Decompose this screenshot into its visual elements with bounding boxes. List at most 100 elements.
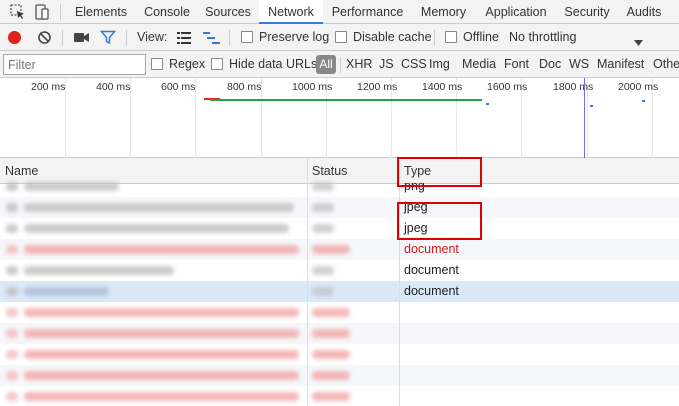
timeline-tick-label: 1800 ms: [553, 81, 594, 93]
timeline-request-bar: [590, 105, 593, 107]
table-row[interactable]: document: [0, 281, 679, 302]
resource-icon: [6, 308, 18, 317]
resource-icon: [6, 371, 18, 380]
filter-icon[interactable]: [99, 30, 117, 48]
disable-cache-checkbox[interactable]: [335, 31, 347, 43]
timeline-request-bar: [642, 100, 645, 102]
toolbar-separator: [62, 30, 63, 46]
timeline-tick-label: 2000 ms: [618, 81, 659, 93]
request-name-redacted: [24, 245, 299, 254]
filter-separator: [340, 57, 341, 73]
preserve-log-label: Preserve log: [259, 30, 330, 44]
table-row[interactable]: [0, 323, 679, 344]
request-name-redacted: [24, 371, 299, 380]
tab-security[interactable]: Security: [557, 0, 617, 24]
timeline-tick-label: 1000 ms: [292, 81, 333, 93]
filter-type-img[interactable]: Img: [429, 51, 450, 78]
tab-audits[interactable]: Audits: [619, 0, 669, 24]
filter-type-font[interactable]: Font: [504, 51, 529, 78]
filter-all-button[interactable]: All: [316, 55, 336, 74]
request-name-redacted: [24, 224, 289, 233]
load-event-marker: [584, 78, 585, 158]
large-rows-icon[interactable]: [177, 32, 191, 47]
request-status-redacted: [312, 392, 350, 401]
timeline-request-bar: [486, 103, 489, 105]
dropdown-arrow-icon[interactable]: [634, 35, 643, 49]
tab-sources[interactable]: Sources: [199, 0, 257, 24]
request-name-redacted: [24, 308, 299, 317]
filter-bar: Regex Hide data URLs All XHR JS CSSImg Medi…: [0, 51, 679, 78]
table-row[interactable]: [0, 344, 679, 365]
filter-type-manifest[interactable]: Manifest: [597, 51, 644, 78]
toolbar-separator: [126, 30, 127, 46]
request-status-redacted: [312, 329, 350, 338]
request-status-redacted: [312, 308, 350, 317]
request-status-redacted: [312, 182, 334, 191]
disable-cache-label: Disable cache: [353, 30, 432, 44]
timeline-tick-label: 200 ms: [31, 81, 66, 93]
timeline-tick-label: 1200 ms: [357, 81, 398, 93]
resource-icon: [6, 329, 18, 338]
request-type: document: [404, 263, 459, 277]
record-button[interactable]: [8, 31, 21, 44]
throttling-select[interactable]: No throttling: [509, 24, 576, 51]
filter-type-xhr[interactable]: XHR: [346, 51, 372, 78]
table-row[interactable]: document: [0, 260, 679, 281]
regex-checkbox[interactable]: [151, 58, 163, 70]
request-name-redacted: [24, 392, 299, 401]
tab-console[interactable]: Console: [137, 0, 197, 24]
capture-screenshots-icon[interactable]: [73, 31, 90, 47]
filter-type-media[interactable]: Media: [462, 51, 496, 78]
request-status-redacted: [312, 371, 350, 380]
filter-type-othe[interactable]: Othe: [653, 51, 679, 78]
tab-elements[interactable]: Elements: [68, 0, 134, 24]
filter-type-css[interactable]: CSS: [401, 51, 427, 78]
column-divider: [399, 158, 400, 406]
filter-type-doc[interactable]: Doc: [539, 51, 561, 78]
device-toolbar-icon[interactable]: [32, 2, 52, 22]
request-status-redacted: [312, 350, 350, 359]
table-row[interactable]: png: [0, 176, 679, 197]
resource-icon: [6, 287, 18, 296]
offline-checkbox[interactable]: [445, 31, 457, 43]
annotation-box-jpeg-rows: [397, 202, 482, 240]
filter-type-ws[interactable]: WS: [569, 51, 589, 78]
tab-performance[interactable]: Performance: [325, 0, 410, 24]
waterfall-overview-icon[interactable]: [203, 32, 220, 47]
table-row[interactable]: document: [0, 239, 679, 260]
request-status-redacted: [312, 203, 334, 212]
regex-label: Regex: [169, 57, 206, 71]
request-status-redacted: [312, 287, 334, 296]
table-row[interactable]: jpeg: [0, 197, 679, 218]
preserve-log-checkbox[interactable]: [241, 31, 253, 43]
resource-icon: [6, 203, 18, 212]
resource-icon: [6, 392, 18, 401]
request-name-redacted: [24, 329, 299, 338]
network-toolbar: View: Preserve log Disable cache Offline…: [0, 24, 679, 51]
tab-network[interactable]: Network: [259, 0, 323, 24]
table-row[interactable]: [0, 386, 679, 406]
toolbar-separator: [229, 30, 230, 46]
tab-memory[interactable]: Memory: [412, 0, 475, 24]
view-label: View:: [137, 30, 168, 44]
timeline-tick-label: 1400 ms: [422, 81, 463, 93]
clear-icon[interactable]: [37, 30, 52, 48]
resource-icon: [6, 245, 18, 254]
request-type: document: [404, 284, 459, 298]
request-status-redacted: [312, 245, 350, 254]
timeline-request-bar: [210, 99, 482, 101]
filter-type-js[interactable]: JS: [379, 51, 394, 78]
resource-icon: [6, 224, 18, 233]
filter-input[interactable]: [3, 54, 146, 75]
table-row[interactable]: [0, 302, 679, 323]
timeline-overview[interactable]: 200 ms 400 ms 600 ms 800 ms 1000 ms 1200 ms 14…: [0, 78, 679, 158]
timeline-tick-label: 800 ms: [227, 81, 262, 93]
table-row[interactable]: jpeg: [0, 218, 679, 239]
inspect-element-icon[interactable]: [8, 2, 28, 22]
tab-application[interactable]: Application: [477, 0, 555, 24]
request-status-redacted: [312, 266, 334, 275]
request-name-redacted: [24, 350, 299, 359]
hide-data-urls-checkbox[interactable]: [211, 58, 223, 70]
timeline-tick-label: 1600 ms: [487, 81, 528, 93]
table-row[interactable]: [0, 365, 679, 386]
